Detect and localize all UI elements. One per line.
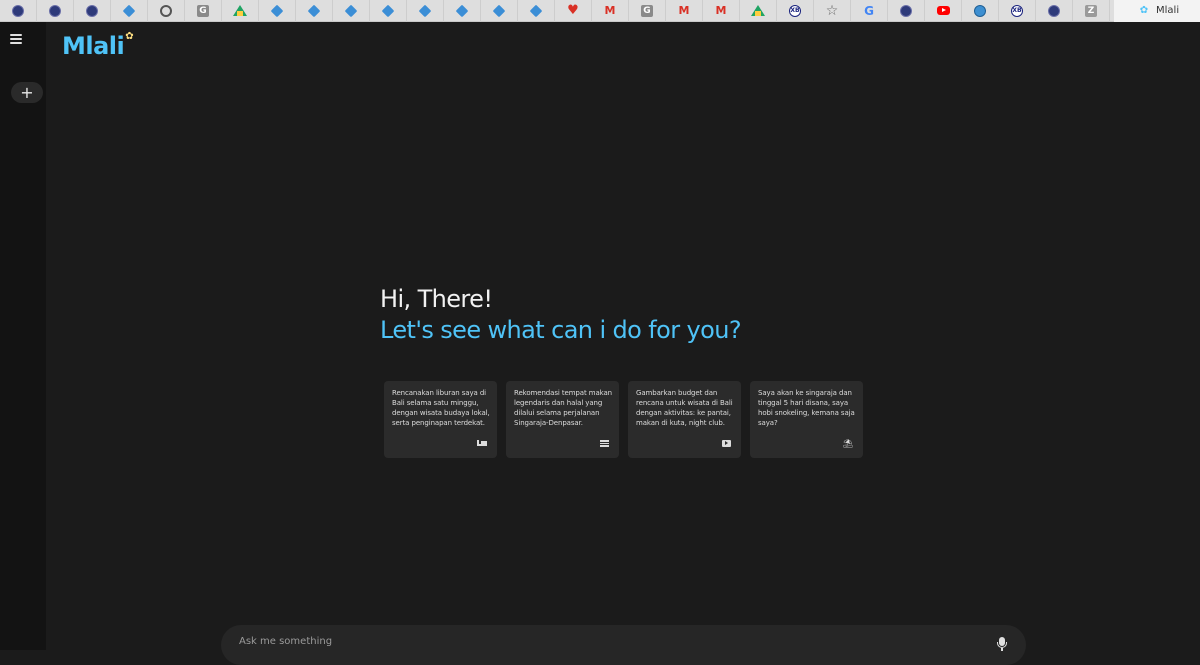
microphone-icon[interactable]	[996, 637, 1008, 651]
xb-icon: XB	[1011, 4, 1023, 17]
greeting-title: Hi, There!	[380, 285, 493, 313]
browser-tab[interactable]	[888, 0, 925, 22]
diamond-icon	[122, 4, 136, 17]
browser-tab[interactable]: M	[592, 0, 629, 22]
browser-tab[interactable]	[74, 0, 111, 22]
z-box-icon: Z	[1085, 4, 1097, 17]
browser-tab[interactable]	[518, 0, 555, 22]
globe-icon	[974, 4, 986, 17]
menu-icon[interactable]	[10, 34, 22, 44]
diamond-icon	[529, 4, 543, 17]
gmail-icon: M	[715, 3, 727, 17]
suggestion-card[interactable]: Saya akan ke singaraja dan tinggal 5 har…	[750, 381, 863, 458]
tab-title: Mlali	[1156, 5, 1180, 16]
youtube-icon	[936, 6, 950, 15]
mlali-icon: ✿	[1139, 4, 1149, 16]
sidebar-rail: +	[0, 22, 46, 650]
xb-icon: XB	[789, 4, 801, 17]
browser-tab[interactable]: XB	[999, 0, 1036, 22]
browser-tab[interactable]	[962, 0, 999, 22]
browser-tab[interactable]: G	[629, 0, 666, 22]
browser-tab[interactable]	[1036, 0, 1073, 22]
diamond-icon	[492, 4, 506, 17]
flower-icon: ✿	[125, 31, 134, 42]
browser-tab[interactable]	[481, 0, 518, 22]
browser-tab[interactable]	[148, 0, 185, 22]
suggestion-text: Rencanakan liburan saya di Bali selama s…	[392, 389, 490, 427]
suggestion-text: Rekomendasi tempat makan legendaris dan …	[514, 389, 612, 427]
browser-tab[interactable]	[370, 0, 407, 22]
crest-icon	[900, 4, 912, 17]
browser-tab[interactable]	[740, 0, 777, 22]
video-icon	[720, 437, 732, 449]
drive-icon	[751, 5, 765, 16]
drive-icon	[233, 5, 247, 16]
suggestion-text: Saya akan ke singaraja dan tinggal 5 har…	[758, 389, 855, 427]
diamond-icon	[418, 4, 432, 17]
g-box-icon: G	[197, 4, 209, 17]
browser-tab[interactable]	[222, 0, 259, 22]
browser-tab[interactable]	[296, 0, 333, 22]
prompt-bar	[221, 625, 1026, 665]
g-box-icon: G	[641, 4, 653, 17]
greeting-subtitle: Let's see what can i do for you?	[380, 316, 742, 344]
browser-tab[interactable]: ♥	[555, 0, 592, 22]
browser-tab[interactable]	[925, 0, 962, 22]
browser-tab[interactable]: G	[185, 0, 222, 22]
google-icon: G	[864, 3, 874, 18]
crest-icon	[49, 4, 61, 17]
browser-tab[interactable]: G	[851, 0, 888, 22]
crest-icon	[1048, 4, 1060, 17]
browser-tab-strip: G ♥ M G M M XB ☆ G XB Z ✿ Mlali	[0, 0, 1200, 22]
crest-icon	[12, 4, 24, 17]
diamond-icon	[455, 4, 469, 17]
gmail-icon: M	[678, 3, 690, 17]
browser-tab[interactable]	[333, 0, 370, 22]
browser-tab[interactable]	[111, 0, 148, 22]
crest-icon	[86, 4, 98, 17]
heart-icon: ♥	[567, 2, 579, 18]
prompt-input[interactable]	[239, 636, 996, 647]
browser-tab[interactable]: XB	[777, 0, 814, 22]
suggestion-card[interactable]: Rekomendasi tempat makan legendaris dan …	[506, 381, 619, 458]
browser-tab[interactable]	[0, 0, 37, 22]
diamond-icon	[344, 4, 358, 17]
star-icon: ☆	[825, 2, 839, 19]
diamond-icon	[307, 4, 321, 17]
suggestion-card[interactable]: Rencanakan liburan saya di Bali selama s…	[384, 381, 497, 458]
diamond-icon	[381, 4, 395, 17]
suggestion-text: Gambarkan budget dan rencana untuk wisat…	[636, 389, 733, 427]
browser-tab[interactable]	[37, 0, 74, 22]
new-chat-button[interactable]: +	[11, 82, 43, 103]
bed-icon	[476, 437, 488, 449]
suggestion-card[interactable]: Gambarkan budget dan rencana untuk wisat…	[628, 381, 741, 458]
beach-umbrella-icon: ⛱	[842, 438, 854, 448]
checklist-icon	[598, 437, 610, 449]
app-logo[interactable]: Mlali ✿	[62, 31, 134, 60]
browser-tab[interactable]: M	[703, 0, 740, 22]
browser-tab[interactable]: Z	[1073, 0, 1110, 22]
gmail-icon: M	[604, 3, 616, 17]
browser-tab[interactable]	[407, 0, 444, 22]
logo-text: Mlali	[62, 32, 125, 60]
browser-tab[interactable]	[444, 0, 481, 22]
diamond-icon	[270, 4, 284, 17]
browser-tab[interactable]: M	[666, 0, 703, 22]
greeting: Hi, There! Let's see what can i do for y…	[380, 284, 742, 346]
suggestion-cards: Rencanakan liburan saya di Bali selama s…	[384, 381, 863, 458]
browser-tab[interactable]: ☆	[814, 0, 851, 22]
browser-tab[interactable]	[259, 0, 296, 22]
gear-icon	[160, 4, 172, 17]
browser-tab-active[interactable]: ✿ Mlali	[1114, 0, 1200, 22]
